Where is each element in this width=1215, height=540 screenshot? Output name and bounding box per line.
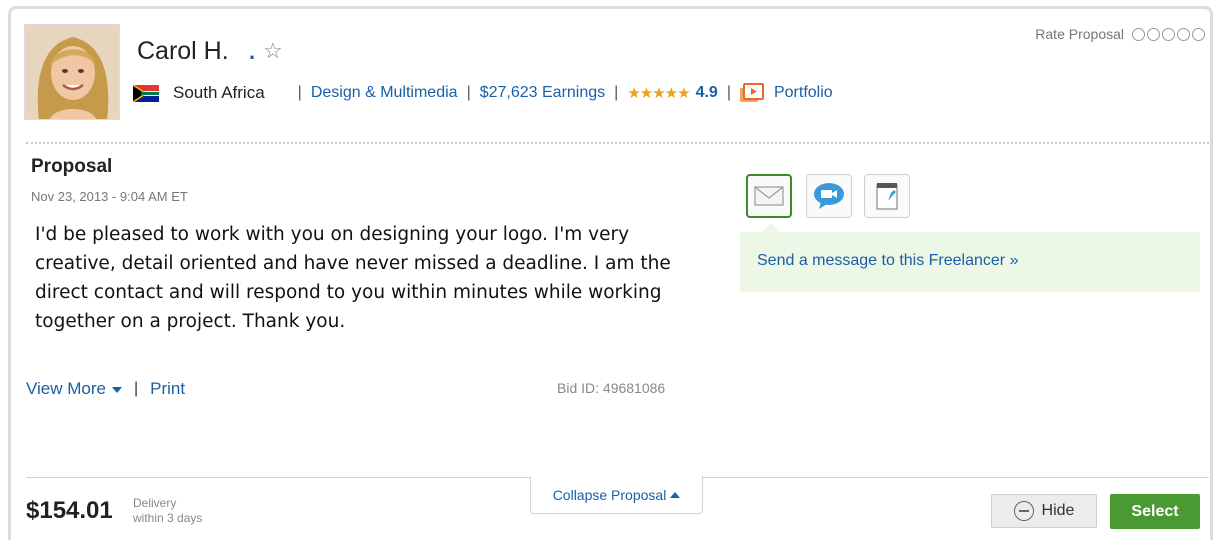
rate-circle-icon[interactable]: [1132, 27, 1145, 41]
freelancer-name[interactable]: Carol H.: [137, 37, 229, 66]
separator: |: [297, 84, 302, 101]
rate-proposal-circles: [1132, 27, 1205, 41]
chevron-down-icon: [112, 386, 122, 393]
separator: |: [134, 380, 139, 397]
rate-circle-icon[interactable]: [1162, 27, 1175, 41]
category-link[interactable]: Design & Multimedia: [311, 84, 458, 102]
proposal-title: Proposal: [31, 156, 113, 177]
rate-circle-icon[interactable]: [1192, 27, 1205, 41]
favorite-star-icon[interactable]: ☆: [263, 38, 283, 64]
bid-id: Bid ID: 49681086: [557, 380, 666, 396]
separator: |: [726, 84, 731, 101]
delivery-info: Delivery within 3 days: [133, 496, 202, 526]
south-africa-flag-icon: [133, 84, 159, 102]
view-more-label: View More: [26, 379, 106, 398]
portfolio-icon[interactable]: [739, 83, 764, 103]
notes-button[interactable]: [864, 174, 910, 218]
message-panel: Send a message to this Freelancer »: [740, 223, 1200, 292]
rating-value[interactable]: 4.9: [696, 84, 718, 102]
rate-proposal: Rate Proposal: [1035, 26, 1205, 42]
portfolio-link[interactable]: Portfolio: [774, 84, 833, 102]
notepad-icon: [876, 183, 898, 210]
delivery-value: within 3 days: [133, 511, 203, 525]
proposal-body: I'd be pleased to work with you on desig…: [35, 224, 671, 332]
earnings-link[interactable]: $27,623 Earnings: [480, 84, 605, 102]
proposal-links: View More | Print: [26, 379, 185, 399]
envelope-icon: [754, 186, 784, 206]
country-label: South Africa: [173, 83, 265, 102]
proposal-date: Nov 23, 2013 - 9:04 AM ET: [31, 189, 188, 204]
print-link[interactable]: Print: [150, 379, 185, 399]
rate-circle-icon[interactable]: [1177, 27, 1190, 41]
verified-mark: .: [249, 39, 256, 64]
rating-stars-icon[interactable]: ★★★★★: [627, 84, 690, 102]
avatar[interactable]: [24, 24, 120, 120]
video-chat-icon: [814, 183, 844, 209]
avatar-photo: [25, 25, 119, 119]
message-button[interactable]: [746, 174, 792, 218]
rate-proposal-label: Rate Proposal: [1035, 26, 1124, 42]
bid-price: $154.01: [26, 497, 113, 524]
message-panel-notch: [762, 223, 780, 232]
delivery-label: Delivery: [133, 496, 177, 510]
select-button[interactable]: Select: [1110, 494, 1200, 529]
minus-circle-icon: [1013, 501, 1034, 521]
freelancer-meta: South Africa | Design & Multimedia | $27…: [133, 80, 833, 106]
separator: |: [466, 84, 471, 101]
divider: [26, 142, 1209, 144]
view-more-link[interactable]: View More: [26, 379, 122, 399]
video-chat-button[interactable]: [806, 174, 852, 218]
rate-circle-icon[interactable]: [1147, 27, 1160, 41]
hide-label: Hide: [1041, 502, 1075, 519]
collapse-proposal-label: Collapse Proposal: [552, 486, 667, 503]
separator: |: [614, 84, 619, 101]
collapse-proposal-button[interactable]: Collapse Proposal: [530, 476, 703, 514]
chevron-up-icon: [670, 491, 681, 498]
send-message-link[interactable]: Send a message to this Freelancer »: [757, 252, 1018, 270]
hide-button[interactable]: Hide: [991, 494, 1097, 528]
